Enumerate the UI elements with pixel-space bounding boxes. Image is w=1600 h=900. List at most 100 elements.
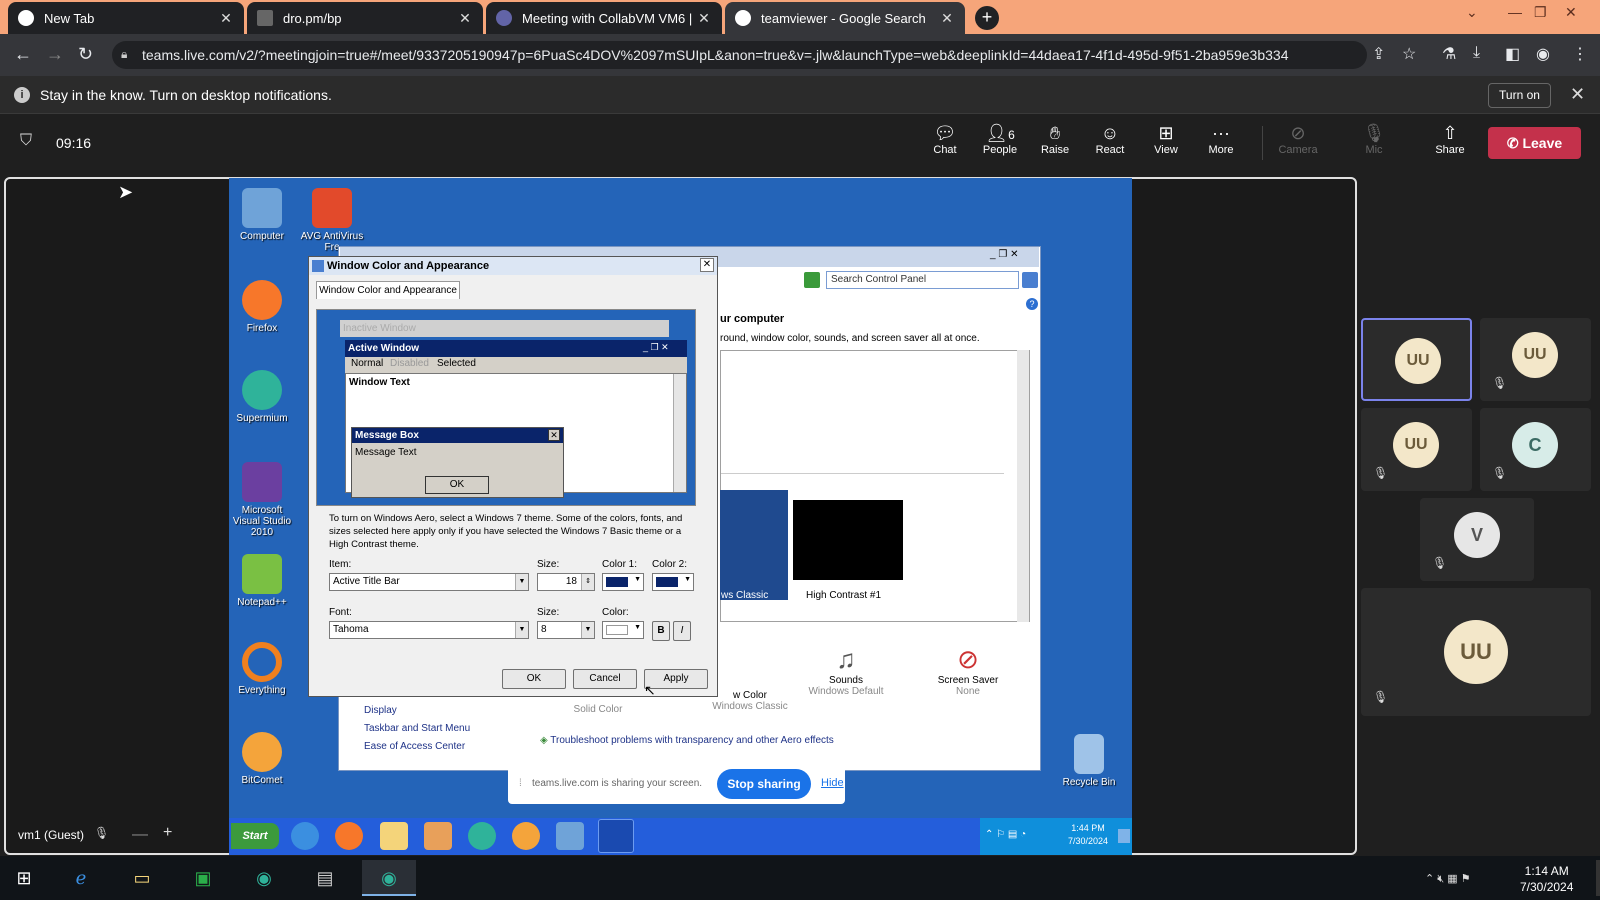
font-size-select[interactable]: 8 ▼ [537, 621, 595, 639]
supermium-taskbar-icon[interactable] [468, 822, 496, 850]
font-color-picker[interactable]: ▼ [602, 621, 644, 639]
desktop-icon-firefox[interactable]: Firefox [227, 280, 297, 334]
tab-dro-pm[interactable]: dro.pm/bp ✕ [247, 2, 483, 34]
dialog-title[interactable]: Window Color and Appearance [309, 257, 717, 275]
ie-taskbar-icon[interactable] [291, 822, 319, 850]
people-button[interactable]: 👤︎6 People [972, 122, 1028, 156]
search-control-panel-input[interactable]: Search Control Panel [826, 271, 1019, 289]
side-panel-icon[interactable]: ◧ [1505, 44, 1520, 64]
zoom-in-button[interactable]: + [163, 824, 172, 842]
share-button[interactable]: ⇧ Share [1422, 122, 1478, 156]
desktop-icon-notepad[interactable]: Notepad++ [227, 554, 297, 608]
camera-button[interactable]: ⊘ Camera [1270, 122, 1326, 156]
show-desktop-icon[interactable] [1118, 829, 1130, 843]
help-icon[interactable]: ? [1026, 298, 1038, 310]
forward-icon[interactable]: → [46, 44, 64, 65]
show-desktop-button[interactable] [1596, 860, 1600, 896]
restore-icon[interactable]: ❐ [1534, 4, 1547, 21]
back-icon[interactable]: ← [14, 44, 32, 65]
font-select[interactable]: Tahoma ▼ [329, 621, 529, 639]
tab-new-tab[interactable]: New Tab ✕ [8, 2, 244, 34]
vm-start-button[interactable]: Start [231, 823, 279, 849]
ie-icon[interactable]: ℯ [61, 860, 101, 896]
tab-window-color[interactable]: Window Color and Appearance [316, 281, 460, 299]
desktop-icon-bitcomet[interactable]: BitComet [227, 732, 297, 786]
participant-tile[interactable]: C 🎙︎ [1480, 408, 1591, 491]
dialog-close-icon[interactable]: ✕ [700, 258, 714, 272]
media-player-taskbar-icon[interactable] [424, 822, 452, 850]
lock-icon[interactable]: 🔒︎ [121, 47, 127, 62]
participant-tile[interactable]: UU 🎙︎ [1361, 408, 1472, 491]
tray-icons[interactable]: ⌃ 🔇︎ ▦ ⚑ [1425, 872, 1471, 886]
download-icon[interactable]: ⤓ [1473, 44, 1480, 62]
tab-google-search[interactable]: teamviewer - Google Search ✕ [725, 2, 965, 34]
raise-button[interactable]: ✋︎ Raise [1027, 122, 1083, 156]
vm-tray-icons[interactable]: ⌃ ⚐ ▤ ◔ [985, 829, 1026, 840]
item-select[interactable]: Active Title Bar ▼ [329, 573, 529, 591]
menu-disabled[interactable]: Disabled [390, 358, 429, 369]
turn-on-button[interactable]: Turn on [1488, 83, 1551, 108]
message-box-close-icon[interactable]: ✕ [548, 429, 560, 441]
menu-normal[interactable]: Normal [351, 358, 383, 369]
cancel-button[interactable]: Cancel [573, 669, 637, 689]
url-text[interactable]: teams.live.com/v2/?meetingjoin=true#/mee… [142, 47, 1288, 63]
chat-button[interactable]: 💬︎ Chat [917, 122, 973, 156]
participant-tile[interactable]: UU [1361, 318, 1472, 401]
view-button[interactable]: ⊞ View [1138, 122, 1194, 156]
close-icon[interactable]: ✕ [939, 10, 955, 27]
leave-button[interactable]: ✆ Leave [1488, 127, 1581, 159]
desktop-icon-computer[interactable]: Computer [227, 188, 297, 242]
search-icon[interactable] [1022, 272, 1038, 288]
store-icon[interactable]: ▣ [183, 860, 223, 896]
new-tab-button[interactable]: + [975, 6, 999, 30]
share-page-icon[interactable]: ⇪ [1372, 44, 1385, 64]
host-clock[interactable]: 1:14 AM 7/30/2024 [1520, 863, 1573, 895]
bookmark-star-icon[interactable]: ☆ [1402, 44, 1416, 64]
desktop-icon-supermium[interactable]: Supermium [227, 370, 297, 424]
theme-classic-selected[interactable] [720, 490, 788, 600]
reload-icon[interactable]: ↻ [78, 44, 93, 65]
close-icon[interactable]: ✕ [218, 10, 234, 27]
file-explorer-icon[interactable]: ▭ [122, 860, 162, 896]
preview-ok-button[interactable]: OK [425, 476, 489, 494]
firefox-taskbar-icon[interactable] [335, 822, 363, 850]
color2-picker[interactable]: ▼ [652, 573, 694, 591]
vm-clock[interactable]: 1:44 PM 7/30/2024 [1068, 822, 1108, 848]
profile-icon[interactable]: ◉ [1536, 44, 1550, 64]
extension-icon[interactable]: ⚗ [1442, 44, 1456, 64]
network-taskbar-icon[interactable] [556, 822, 584, 850]
participant-tile[interactable]: V 🎙︎ [1420, 498, 1534, 581]
preview-inactive-window[interactable]: Inactive Window [340, 320, 669, 337]
bold-button[interactable]: B [652, 621, 670, 641]
close-icon[interactable]: ✕ [696, 10, 712, 27]
mic-button[interactable]: 🎙︎ Mic [1346, 122, 1402, 156]
bitcomet-taskbar-icon[interactable] [512, 822, 540, 850]
more-button[interactable]: ··· More [1193, 122, 1249, 156]
close-icon[interactable]: ✕ [457, 10, 473, 27]
cp-link-taskbar[interactable]: Taskbar and Start Menu [364, 723, 470, 734]
window-app-icon[interactable]: ▤ [305, 860, 345, 896]
theme-scrollbar[interactable] [1017, 350, 1029, 622]
theme-high-contrast[interactable] [793, 500, 903, 580]
windows-start-icon[interactable]: ⊞ [4, 860, 44, 896]
cp-screen-saver[interactable]: ⊘ Screen Saver None [918, 644, 1018, 697]
desktop-icon-visual-studio[interactable]: Microsoft Visual Studio 2010 [227, 462, 297, 538]
desktop-icon-recycle-bin[interactable]: Recycle Bin [1054, 734, 1124, 788]
color1-picker[interactable]: ▼ [602, 573, 644, 591]
drag-handle-icon[interactable]: ⁞ [519, 778, 522, 789]
menu-selected[interactable]: Selected [437, 358, 476, 369]
close-icon[interactable]: ✕ [1570, 84, 1585, 105]
cp-link-display[interactable]: Display [364, 705, 397, 716]
explorer-taskbar-icon[interactable] [380, 822, 408, 850]
italic-button[interactable]: I [673, 621, 691, 641]
cp-sounds[interactable]: ♫ Sounds Windows Default [796, 644, 896, 697]
participant-tile[interactable]: UU 🎙︎ [1480, 318, 1591, 401]
size-stepper[interactable]: 18 ⇕ [537, 573, 595, 591]
stop-sharing-button[interactable]: Stop sharing [717, 769, 811, 799]
supermium-icon[interactable]: ◉ [244, 860, 284, 896]
window-controls[interactable]: _ ❐ ✕ [990, 249, 1018, 260]
preview-scrollbar[interactable] [673, 374, 686, 492]
cp-link-ease-of-access[interactable]: Ease of Access Center [364, 741, 465, 752]
close-window-icon[interactable]: ✕ [1565, 4, 1577, 21]
kebab-menu-icon[interactable]: ⋮ [1572, 44, 1588, 64]
